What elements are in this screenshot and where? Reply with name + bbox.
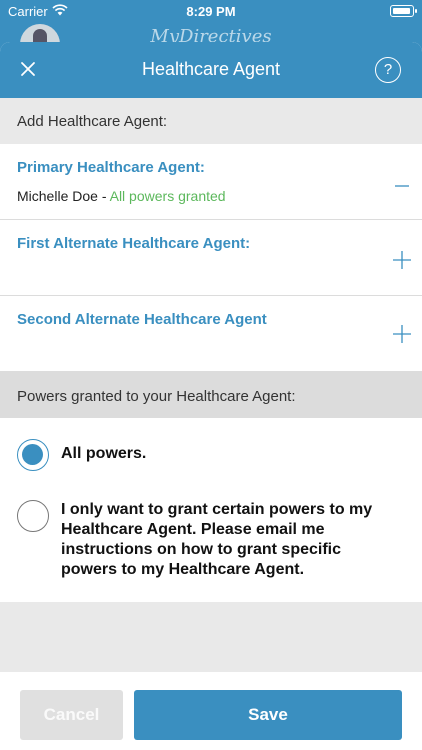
navbar: Healthcare Agent ? xyxy=(0,42,422,98)
primary-agent-row[interactable]: Primary Healthcare Agent: Michelle Doe -… xyxy=(0,144,422,220)
radio-certain-powers[interactable] xyxy=(17,500,49,532)
primary-agent-label: Primary Healthcare Agent: xyxy=(17,159,205,176)
first-alternate-agent-row[interactable]: First Alternate Healthcare Agent: xyxy=(0,220,422,296)
primary-agent-name: Michelle Doe xyxy=(17,188,98,204)
battery-icon xyxy=(390,5,417,17)
page-title: Healthcare Agent xyxy=(141,59,281,79)
primary-agent-value: Michelle Doe - All powers granted xyxy=(17,188,405,204)
healthcare-agent-sheet: Healthcare Agent ? Add Healthcare Agent:… xyxy=(0,42,422,750)
clock: 8:29 PM xyxy=(186,4,236,19)
add-second-alternate-icon[interactable] xyxy=(392,324,412,344)
option-certain-powers-label: I only want to grant certain powers to m… xyxy=(61,501,373,578)
spacer xyxy=(0,602,422,672)
separator: - xyxy=(97,188,110,204)
radio-all-powers[interactable] xyxy=(17,439,49,471)
second-alternate-agent-label: Second Alternate Healthcare Agent xyxy=(17,311,267,328)
option-all-powers-label: All powers. xyxy=(61,445,147,462)
cancel-button[interactable]: Cancel xyxy=(20,690,123,740)
remove-agent-icon[interactable] xyxy=(392,176,412,196)
first-alternate-agent-label: First Alternate Healthcare Agent: xyxy=(17,235,251,252)
footer: Cancel Save xyxy=(0,672,422,750)
save-button[interactable]: Save xyxy=(134,690,402,740)
powers-status: All powers granted xyxy=(109,188,226,204)
help-icon[interactable]: ? xyxy=(375,57,401,83)
status-bar: Carrier 8:29 PM xyxy=(0,0,422,24)
powers-header: Powers granted to your Healthcare Agent: xyxy=(0,372,422,418)
second-alternate-agent-row[interactable]: Second Alternate Healthcare Agent xyxy=(0,296,422,372)
add-agent-header: Add Healthcare Agent: xyxy=(0,98,422,144)
add-first-alternate-icon[interactable] xyxy=(392,250,412,270)
